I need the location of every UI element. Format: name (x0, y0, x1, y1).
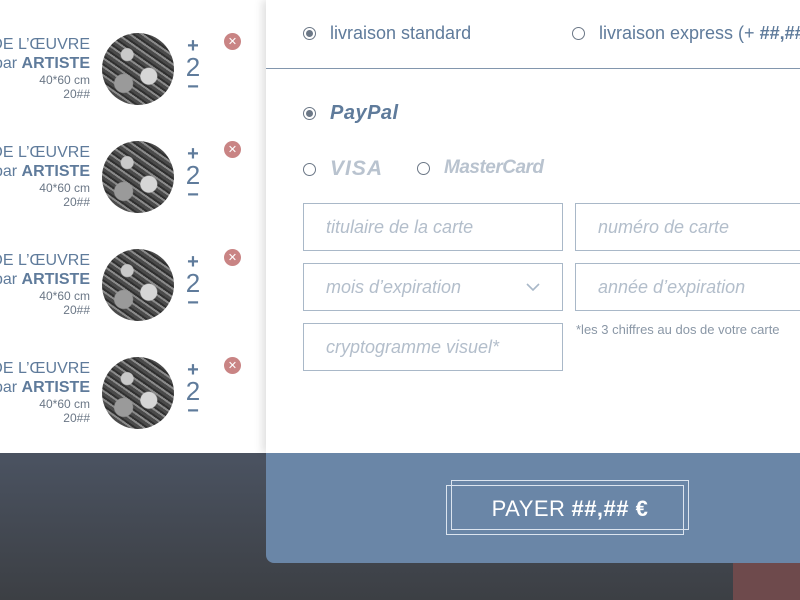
close-icon: ✕ (227, 143, 238, 156)
quantity-stepper: + 2 − (182, 144, 204, 205)
remove-item-button[interactable]: ✕ (224, 357, 241, 374)
close-icon: ✕ (227, 359, 238, 372)
by-label: par (0, 271, 18, 288)
close-icon: ✕ (227, 251, 238, 264)
mastercard-logo: MasterCard (444, 157, 544, 178)
chevron-down-icon (526, 283, 540, 291)
cart-item-info: DE L’ŒUVRE par ARTISTE 40*60 cm 20## (0, 35, 90, 101)
shipping-express-option[interactable]: livraison express (+ ##,## (572, 23, 800, 44)
decrease-quantity-button[interactable]: − (182, 401, 204, 421)
by-label: par (0, 55, 18, 72)
shipping-options: livraison standard livraison express (+ … (266, 0, 800, 69)
payment-mastercard-option[interactable]: MasterCard (417, 157, 544, 179)
card-number-placeholder: numéro de carte (598, 216, 730, 237)
remove-item-button[interactable]: ✕ (224, 33, 241, 50)
artwork-title: DE L’ŒUVRE (0, 360, 90, 377)
artwork-title: DE L’ŒUVRE (0, 252, 90, 269)
increase-quantity-button[interactable]: + (182, 252, 204, 272)
close-icon: ✕ (227, 35, 238, 48)
increase-quantity-button[interactable]: + (182, 360, 204, 380)
artwork-year: 20## (63, 87, 90, 101)
artwork-thumbnail[interactable] (102, 249, 174, 321)
artist-line: par ARTISTE (0, 54, 90, 73)
visa-logo: VISA (330, 157, 384, 180)
artist-name: ARTISTE (21, 55, 90, 72)
quantity-stepper: + 2 − (182, 36, 204, 97)
artist-line: par ARTISTE (0, 378, 90, 397)
artist-name: ARTISTE (21, 163, 90, 180)
pay-label: PAYER (491, 496, 566, 521)
artist-name: ARTISTE (21, 271, 90, 288)
quantity-stepper: + 2 − (182, 252, 204, 313)
artwork-thumbnail[interactable] (102, 357, 174, 429)
pay-button[interactable]: PAYER ##,## € (446, 480, 690, 536)
shipping-standard-label: livraison standard (330, 23, 472, 43)
cvv-placeholder: cryptogramme visuel* (326, 336, 500, 357)
shipping-express-price: ##,## (759, 23, 800, 43)
artwork-size: 40*60 cm (39, 289, 90, 303)
cvv-hint: *les 3 chiffres au dos de votre carte (576, 322, 780, 337)
payment-paypal-option[interactable]: PayPal (303, 102, 399, 125)
artwork-size: 40*60 cm (39, 181, 90, 195)
artwork-title: DE L’ŒUVRE (0, 36, 90, 53)
artwork-year: 20## (63, 303, 90, 317)
expiration-year-placeholder: année d’expiration (598, 276, 746, 297)
artwork-year: 20## (63, 195, 90, 209)
checkout-panel: livraison standard livraison express (+ … (266, 0, 800, 453)
cart-item: DE L’ŒUVRE par ARTISTE 40*60 cm 20## + 2… (0, 249, 266, 357)
pay-button-label: PAYER ##,## € (446, 480, 694, 538)
cvv-input[interactable]: cryptogramme visuel* (303, 323, 563, 371)
quantity-stepper: + 2 − (182, 360, 204, 421)
shipping-express-label: livraison express (+ ##,## (599, 23, 800, 44)
artist-line: par ARTISTE (0, 270, 90, 289)
decrease-quantity-button[interactable]: − (182, 185, 204, 205)
decrease-quantity-button[interactable]: − (182, 293, 204, 313)
shipping-standard-option[interactable]: livraison standard (303, 23, 471, 44)
radio-unchecked-icon[interactable] (572, 27, 585, 40)
artwork-size: 40*60 cm (39, 73, 90, 87)
cart-item: DE L’ŒUVRE par ARTISTE 40*60 cm 20## + 2… (0, 357, 266, 465)
artwork-size: 40*60 cm (39, 397, 90, 411)
cardholder-input[interactable]: titulaire de la carte (303, 203, 563, 251)
artwork-title: DE L’ŒUVRE (0, 144, 90, 161)
paypal-logo: PayPal (330, 102, 399, 124)
cart-item-info: DE L’ŒUVRE par ARTISTE 40*60 cm 20## (0, 359, 90, 425)
radio-checked-icon[interactable] (303, 27, 316, 40)
shipping-express-text: livraison express (+ (599, 23, 755, 43)
cardholder-placeholder: titulaire de la carte (326, 216, 474, 237)
artist-name: ARTISTE (21, 379, 90, 396)
decrease-quantity-button[interactable]: − (182, 77, 204, 97)
remove-item-button[interactable]: ✕ (224, 141, 241, 158)
artwork-thumbnail[interactable] (102, 141, 174, 213)
expiration-month-placeholder: mois d’expiration (326, 276, 462, 297)
cart-item-info: DE L’ŒUVRE par ARTISTE 40*60 cm 20## (0, 143, 90, 209)
remove-item-button[interactable]: ✕ (224, 249, 241, 266)
cart-item: DE L’ŒUVRE par ARTISTE 40*60 cm 20## + 2… (0, 33, 266, 141)
pay-amount: ##,## € (571, 496, 649, 521)
cart-panel: DE L’ŒUVRE par ARTISTE 40*60 cm 20## + 2… (0, 0, 266, 453)
radio-unchecked-icon[interactable] (303, 162, 316, 176)
cart-item-info: DE L’ŒUVRE par ARTISTE 40*60 cm 20## (0, 251, 90, 317)
radio-checked-icon[interactable] (303, 107, 316, 120)
expiration-month-select[interactable]: mois d’expiration (303, 263, 563, 311)
expiration-year-select[interactable]: année d’expiration (575, 263, 800, 311)
background-accent (733, 560, 800, 600)
radio-unchecked-icon[interactable] (417, 161, 430, 175)
increase-quantity-button[interactable]: + (182, 36, 204, 56)
pay-footer: PAYER ##,## € (266, 453, 800, 563)
by-label: par (0, 379, 18, 396)
by-label: par (0, 163, 18, 180)
increase-quantity-button[interactable]: + (182, 144, 204, 164)
artwork-year: 20## (63, 411, 90, 425)
artwork-thumbnail[interactable] (102, 33, 174, 105)
card-number-input[interactable]: numéro de carte (575, 203, 800, 251)
artist-line: par ARTISTE (0, 162, 90, 181)
payment-visa-option[interactable]: VISA (303, 157, 383, 181)
cart-item: DE L’ŒUVRE par ARTISTE 40*60 cm 20## + 2… (0, 141, 266, 249)
